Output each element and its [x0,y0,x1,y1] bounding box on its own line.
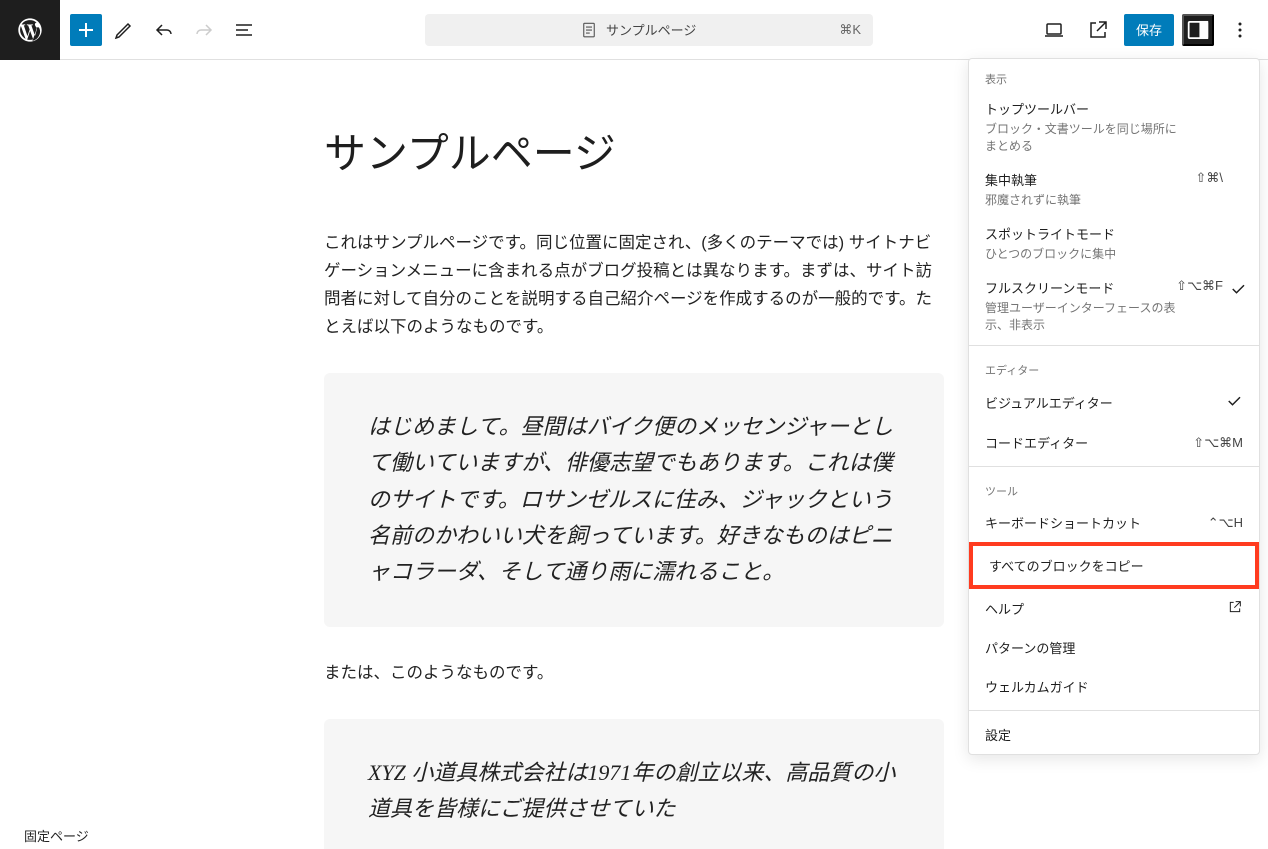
menu-manage-patterns[interactable]: パターンの管理 [969,628,1259,667]
toolbar-right: 保存 [1036,12,1268,48]
command-shortcut: ⌘K [839,22,861,38]
dropdown-section-view: 表示 [969,59,1259,91]
check-icon [1229,280,1247,301]
menu-fullscreen-mode[interactable]: フルスクリーンモード 管理ユーザーインターフェースの表示、非表示 ⇧⌥⌘F [969,270,1259,341]
redo-button[interactable] [186,12,222,48]
menu-preferences[interactable]: 設定 [969,715,1259,754]
check-icon [1225,392,1243,413]
quote-text[interactable]: XYZ 小道具株式会社は1971年の創立以来、高品質の小道具を皆様にご提供させて… [368,755,900,828]
dropdown-separator [969,466,1259,467]
dropdown-separator [969,345,1259,346]
document-command-bar[interactable]: サンプルページ ⌘K [425,14,873,46]
document-title: サンプルページ [606,20,696,39]
quote-block[interactable]: はじめまして。昼間はバイク便のメッセンジャーとして働いていますが、俳優志望でもあ… [324,373,944,626]
add-block-button[interactable] [70,14,102,46]
settings-sidebar-button[interactable] [1182,14,1214,46]
menu-help[interactable]: ヘルプ [969,589,1259,628]
page-icon [580,21,598,39]
menu-spotlight-mode[interactable]: スポットライトモード ひとつのブロックに集中 [969,216,1259,270]
quote-text[interactable]: はじめまして。昼間はバイク便のメッセンジャーとして働いていますが、俳優志望でもあ… [368,409,900,590]
options-menu-button[interactable] [1222,12,1258,48]
list-icon [232,18,256,42]
more-vertical-icon [1228,18,1252,42]
command-center: サンプルページ ⌘K [262,14,1036,46]
undo-button[interactable] [146,12,182,48]
laptop-icon [1042,18,1066,42]
view-button[interactable] [1036,12,1072,48]
preview-button[interactable] [1080,12,1116,48]
outline-button[interactable] [226,12,262,48]
menu-focus-mode[interactable]: 集中執筆 邪魔されずに執筆 ⇧⌘\ [969,162,1259,216]
dropdown-separator [969,710,1259,711]
options-dropdown: 表示 トップツールバー ブロック・文書ツールを同じ場所にまとめる 集中執筆 邪魔… [968,58,1260,755]
page-title[interactable]: サンプルページ [324,120,944,181]
toolbar-left [60,12,262,48]
external-link-icon [1227,599,1243,618]
edit-icon [112,18,136,42]
wordpress-logo[interactable] [0,0,60,60]
menu-welcome-guide[interactable]: ウェルカムガイド [969,667,1259,706]
menu-code-editor[interactable]: コードエディター ⇧⌥⌘M [969,423,1259,462]
editor-topbar: サンプルページ ⌘K 保存 [0,0,1268,60]
paragraph-block[interactable]: または、このようなものです。 [324,659,944,687]
external-link-icon [1086,18,1110,42]
tools-button[interactable] [106,12,142,48]
paragraph-block[interactable]: これはサンプルページです。同じ位置に固定され、(多くのテーマでは) サイトナビゲ… [324,229,944,341]
wordpress-icon [16,16,44,44]
menu-copy-all-blocks[interactable]: すべてのブロックをコピー [969,542,1259,589]
page-content[interactable]: サンプルページ これはサンプルページです。同じ位置に固定され、(多くのテーマでは… [324,60,944,849]
dropdown-section-editor: エディター [969,350,1259,382]
redo-icon [192,18,216,42]
menu-keyboard-shortcuts[interactable]: キーボードショートカット ⌃⌥H [969,503,1259,542]
menu-visual-editor[interactable]: ビジュアルエディター [969,382,1259,423]
plus-icon [74,18,98,42]
quote-block[interactable]: XYZ 小道具株式会社は1971年の創立以来、高品質の小道具を皆様にご提供させて… [324,719,944,849]
save-button[interactable]: 保存 [1124,14,1174,46]
dropdown-section-tools: ツール [969,471,1259,503]
menu-top-toolbar[interactable]: トップツールバー ブロック・文書ツールを同じ場所にまとめる [969,91,1259,162]
sidebar-icon [1184,16,1212,44]
breadcrumb-footer[interactable]: 固定ページ [24,826,89,845]
undo-icon [152,18,176,42]
